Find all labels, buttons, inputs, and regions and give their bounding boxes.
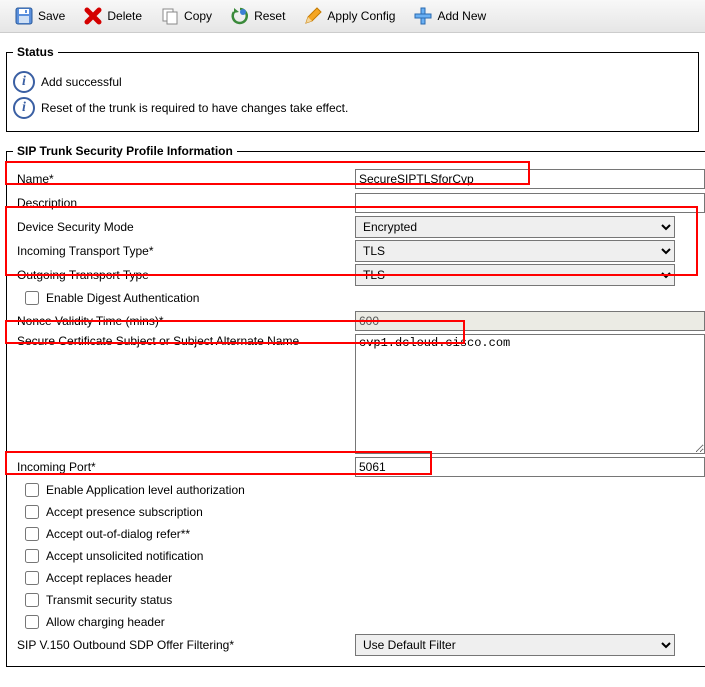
copy-icon	[160, 6, 180, 26]
plus-icon	[413, 6, 433, 26]
v150-label: SIP V.150 Outbound SDP Offer Filtering*	[13, 638, 355, 652]
info-icon: i	[13, 97, 35, 119]
unsolicited-label: Accept unsolicited notification	[46, 549, 203, 563]
name-input[interactable]	[355, 169, 705, 189]
status-fieldset: Status i Add successful i Reset of the t…	[6, 45, 699, 132]
incoming-port-input[interactable]	[355, 457, 705, 477]
save-label: Save	[38, 9, 65, 23]
info-icon: i	[13, 71, 35, 93]
incoming-transport-select[interactable]: TLS	[355, 240, 675, 262]
enable-digest-label: Enable Digest Authentication	[46, 291, 199, 305]
incoming-port-label: Incoming Port*	[13, 460, 355, 474]
apply-label: Apply Config	[327, 9, 395, 23]
save-icon	[14, 6, 34, 26]
device-security-mode-select[interactable]: Encrypted	[355, 216, 675, 238]
unsolicited-checkbox[interactable]	[25, 549, 39, 563]
nonce-input[interactable]	[355, 311, 705, 331]
status-legend: Status	[13, 45, 58, 59]
transmit-label: Transmit security status	[46, 593, 172, 607]
v150-select[interactable]: Use Default Filter	[355, 634, 675, 656]
apply-config-button[interactable]: Apply Config	[297, 4, 401, 28]
copy-button[interactable]: Copy	[154, 4, 218, 28]
reset-button[interactable]: Reset	[224, 4, 291, 28]
name-label: Name*	[13, 172, 355, 186]
reset-icon	[230, 6, 250, 26]
pencil-icon	[303, 6, 323, 26]
addnew-label: Add New	[437, 9, 486, 23]
device-security-mode-label: Device Security Mode	[13, 220, 355, 234]
description-input[interactable]	[355, 193, 705, 213]
delete-label: Delete	[107, 9, 142, 23]
outgoing-transport-label: Outgoing Transport Type	[13, 268, 355, 282]
app-auth-label: Enable Application level authorization	[46, 483, 245, 497]
presence-label: Accept presence subscription	[46, 505, 203, 519]
refer-checkbox[interactable]	[25, 527, 39, 541]
outgoing-transport-select[interactable]: TLS	[355, 264, 675, 286]
replaces-label: Accept replaces header	[46, 571, 172, 585]
app-auth-checkbox[interactable]	[25, 483, 39, 497]
cert-textarea[interactable]	[355, 334, 705, 454]
transmit-checkbox[interactable]	[25, 593, 39, 607]
nonce-label: Nonce Validity Time (mins)*	[13, 314, 355, 328]
delete-icon	[83, 6, 103, 26]
copy-label: Copy	[184, 9, 212, 23]
presence-checkbox[interactable]	[25, 505, 39, 519]
replaces-checkbox[interactable]	[25, 571, 39, 585]
incoming-transport-label: Incoming Transport Type*	[13, 244, 355, 258]
status-text-1: Add successful	[41, 75, 122, 89]
enable-digest-checkbox[interactable]	[25, 291, 39, 305]
profile-fieldset: SIP Trunk Security Profile Information N…	[6, 144, 705, 667]
save-button[interactable]: Save	[8, 4, 71, 28]
profile-legend: SIP Trunk Security Profile Information	[13, 144, 237, 158]
status-reset-required: i Reset of the trunk is required to have…	[13, 97, 692, 119]
charging-label: Allow charging header	[46, 615, 165, 629]
status-add-successful: i Add successful	[13, 71, 692, 93]
cert-label: Secure Certificate Subject or Subject Al…	[13, 334, 355, 348]
description-label: Description	[13, 196, 355, 210]
reset-label: Reset	[254, 9, 285, 23]
status-text-2: Reset of the trunk is required to have c…	[41, 101, 348, 115]
charging-checkbox[interactable]	[25, 615, 39, 629]
toolbar: Save Delete Copy Reset	[0, 0, 705, 33]
refer-label: Accept out-of-dialog refer**	[46, 527, 190, 541]
add-new-button[interactable]: Add New	[407, 4, 492, 28]
delete-button[interactable]: Delete	[77, 4, 148, 28]
